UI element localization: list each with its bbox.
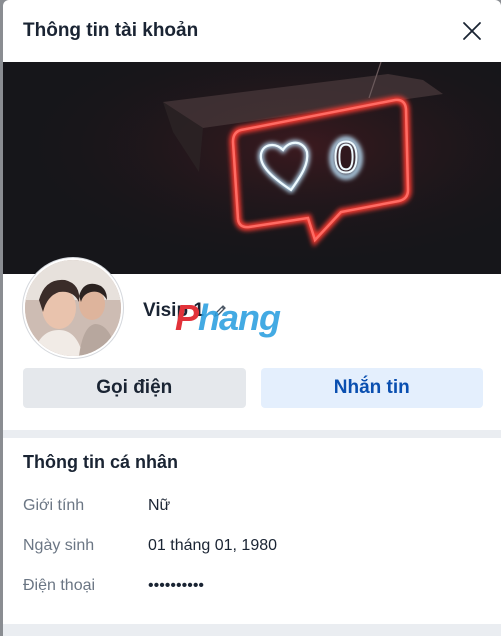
call-button[interactable]: Gọi điện xyxy=(23,368,246,408)
message-button[interactable]: Nhắn tin xyxy=(260,368,483,408)
watermark-rest: hang xyxy=(198,297,281,338)
modal-header: Thông tin tài khoản xyxy=(3,0,501,62)
account-info-modal: Thông tin tài khoản 0 Visip 1 Phang Gọi … xyxy=(3,0,501,636)
personal-info-section: Thông tin cá nhân Giới tính Nữ Ngày sinh… xyxy=(3,438,501,606)
profile-actions: Gọi điện Nhắn tin xyxy=(3,368,501,408)
info-row-gender: Giới tính Nữ xyxy=(23,486,481,526)
info-label: Giới tính xyxy=(23,497,85,514)
neon-counter: 0 xyxy=(334,133,358,182)
watermark-logo: Phang xyxy=(175,297,281,338)
close-icon xyxy=(463,22,481,40)
info-value: Nữ xyxy=(148,497,171,514)
personal-info-title: Thông tin cá nhân xyxy=(23,452,178,472)
profile-row: Visip 1 Phang xyxy=(3,258,501,368)
modal-title: Thông tin tài khoản xyxy=(23,20,199,41)
info-value: 01 tháng 01, 1980 xyxy=(148,537,278,554)
info-row-birthday: Ngày sinh 01 tháng 01, 1980 xyxy=(23,526,481,566)
avatar[interactable] xyxy=(23,258,123,358)
close-button[interactable] xyxy=(461,20,483,42)
section-divider xyxy=(3,430,501,438)
bottom-divider xyxy=(3,624,501,636)
info-label: Điện thoại xyxy=(23,577,96,594)
watermark-first: P xyxy=(175,297,199,338)
neon-sign-image: 0 xyxy=(3,62,501,274)
info-label: Ngày sinh xyxy=(23,537,95,554)
user-photo-icon xyxy=(25,260,121,356)
info-row-phone: Điện thoại •••••••••• xyxy=(23,566,481,606)
cover-photo: 0 xyxy=(3,62,501,274)
info-value: •••••••••• xyxy=(148,577,205,594)
